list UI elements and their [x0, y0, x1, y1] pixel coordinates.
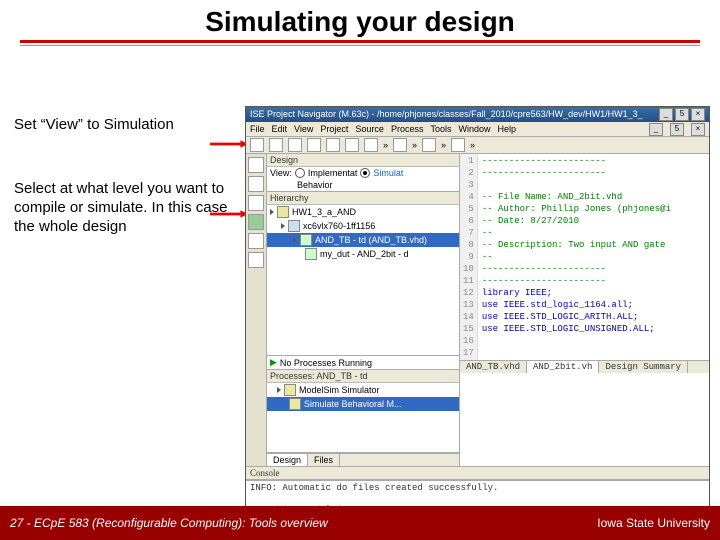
proc-modelsim[interactable]: ModelSim Simulator: [267, 383, 459, 397]
console-header: Console: [246, 466, 709, 480]
menu-file[interactable]: File: [250, 124, 265, 134]
refresh-icon[interactable]: [248, 252, 264, 268]
hier-device[interactable]: xc6vlx760-1ff1156: [267, 219, 459, 233]
run-icon[interactable]: [248, 214, 264, 230]
window-title: ISE Project Navigator (M.63c) - /home/ph…: [250, 107, 643, 122]
hier-project[interactable]: HW1_3_a_AND: [267, 205, 459, 219]
divider-red: [20, 40, 700, 43]
stop-icon[interactable]: [248, 233, 264, 249]
sim-sub-row: Behavior: [267, 179, 459, 191]
tab-and-2bit[interactable]: AND_2bit.vh: [527, 361, 599, 373]
footer-right: Iowa State University: [597, 516, 710, 530]
view-label: View:: [270, 168, 292, 178]
tab-files[interactable]: Files: [308, 454, 340, 466]
ise-window: ISE Project Navigator (M.63c) - /home/ph…: [245, 106, 710, 516]
tab-summary[interactable]: Design Summary: [599, 361, 688, 373]
code-area[interactable]: 1234567891011121314151617 --------------…: [460, 154, 709, 360]
slide-footer: 27 - ECpE 583 (Reconfigurable Computing)…: [0, 506, 720, 540]
proc-header: Processes: AND_TB - td: [267, 370, 459, 383]
copy-icon[interactable]: [326, 138, 340, 152]
inner-min-button[interactable]: _: [649, 123, 663, 136]
hier-tb[interactable]: AND_TB - td (AND_TB.vhd): [267, 233, 459, 247]
design-panel: Design View: Implementat Simulat Behavio…: [267, 154, 460, 466]
menu-view[interactable]: View: [294, 124, 313, 134]
menu-process[interactable]: Process: [391, 124, 424, 134]
undo-icon[interactable]: [364, 138, 378, 152]
toolbar: » » » »: [246, 137, 709, 154]
line-numbers: 1234567891011121314151617: [460, 154, 478, 360]
radio-implementation[interactable]: [295, 168, 305, 178]
help-icon[interactable]: [451, 138, 465, 152]
editor: 1234567891011121314151617 --------------…: [460, 154, 709, 466]
code-text: ----------------------------------------…: [478, 154, 675, 360]
slide-title: Simulating your design: [0, 0, 720, 40]
menu-edit[interactable]: Edit: [272, 124, 288, 134]
view-icon[interactable]: [248, 157, 264, 173]
annotation-view: Set “View” to Simulation: [14, 116, 174, 135]
paste-icon[interactable]: [345, 138, 359, 152]
menubar: File Edit View Project Source Process To…: [246, 122, 709, 137]
sim-sub-label: Behavior: [297, 180, 333, 190]
radio-simulation[interactable]: [360, 168, 370, 178]
inner-close-button[interactable]: ×: [691, 123, 705, 136]
cut-icon[interactable]: [307, 138, 321, 152]
arrow-level: [210, 205, 248, 213]
hier-icon[interactable]: [248, 176, 264, 192]
menu-help[interactable]: Help: [497, 124, 516, 134]
hierarchy-header: Hierarchy: [267, 192, 459, 205]
close-button[interactable]: ×: [691, 108, 705, 121]
editor-tabs: AND_TB.vhd AND_2bit.vh Design Summary: [460, 360, 709, 373]
inner-max-button[interactable]: 5: [670, 123, 684, 136]
tab-design[interactable]: Design: [267, 454, 308, 466]
play-icon[interactable]: [393, 138, 407, 152]
menu-window[interactable]: Window: [458, 124, 490, 134]
no-proc-row: ▶No Processes Running: [267, 356, 459, 369]
menu-tools[interactable]: Tools: [430, 124, 451, 134]
minimize-button[interactable]: _: [659, 108, 673, 121]
sim-label: Simulat: [373, 168, 403, 178]
maximize-button[interactable]: 5: [675, 108, 689, 121]
menu-project[interactable]: Project: [320, 124, 348, 134]
save-icon[interactable]: [288, 138, 302, 152]
new-icon[interactable]: [250, 138, 264, 152]
annotation-level: Select at what level you want to compile…: [14, 180, 234, 236]
divider-gray: [20, 45, 700, 46]
titlebar: ISE Project Navigator (M.63c) - /home/ph…: [246, 107, 709, 122]
open-icon[interactable]: [269, 138, 283, 152]
zoom-icon[interactable]: [422, 138, 436, 152]
design-bottom-tabs: Design Files: [267, 453, 459, 466]
left-iconbar: [246, 154, 267, 466]
view-row: View: Implementat Simulat: [267, 167, 459, 179]
menu-source[interactable]: Source: [355, 124, 384, 134]
footer-left: 27 - ECpE 583 (Reconfigurable Computing)…: [10, 516, 328, 530]
impl-label: Implementat: [308, 168, 358, 178]
proc-simulate[interactable]: Simulate Behavioral M...: [267, 397, 459, 411]
tab-and-tb[interactable]: AND_TB.vhd: [460, 361, 527, 373]
design-header: Design: [267, 154, 459, 167]
lib-icon[interactable]: [248, 195, 264, 211]
hier-dut[interactable]: my_dut - AND_2bit - d: [267, 247, 459, 261]
arrow-view: [210, 135, 248, 143]
